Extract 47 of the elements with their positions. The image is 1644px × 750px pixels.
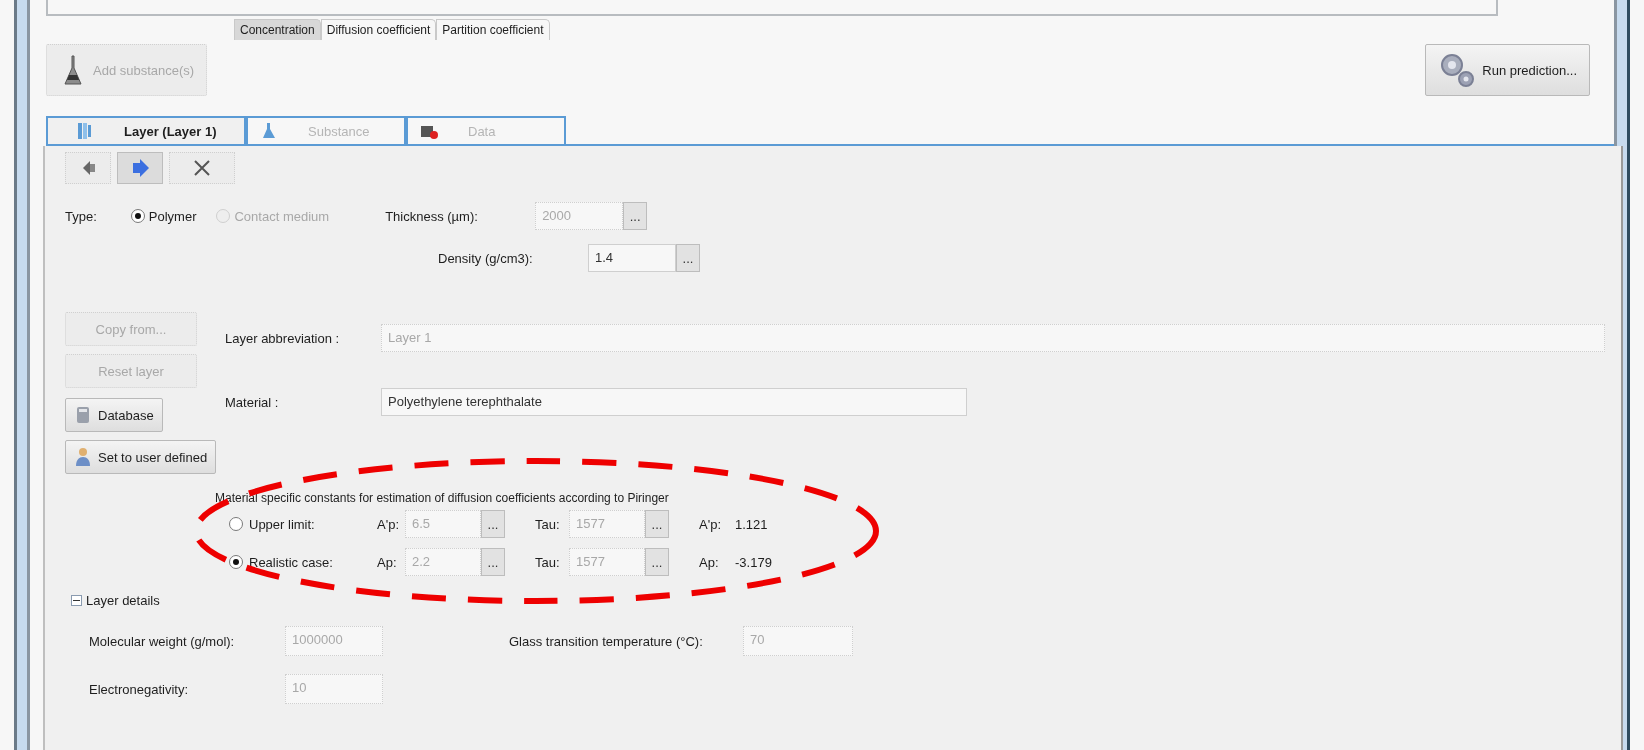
toolbar-button[interactable] xyxy=(169,152,235,184)
radio-label: Upper limit: xyxy=(249,516,316,532)
radio-button[interactable] xyxy=(229,517,243,531)
field-label: Material : xyxy=(225,394,280,410)
field-label: Tau: xyxy=(535,516,561,532)
field-label: Tau: xyxy=(535,554,561,570)
flask-icon xyxy=(260,122,278,140)
field-label: Thickness (µm): xyxy=(385,208,479,224)
side-button[interactable]: Database xyxy=(65,398,163,432)
database-icon xyxy=(74,405,92,425)
side-button[interactable]: Set to user defined xyxy=(65,440,217,474)
result-value: -3.179 xyxy=(735,554,773,570)
browse-button[interactable]: ... xyxy=(481,510,505,538)
arrow-right-icon xyxy=(130,158,150,178)
field-label: Glass transition temperature (°C): xyxy=(509,633,704,649)
field-label: Ap: xyxy=(377,554,398,570)
section-label: Layer details xyxy=(86,593,160,608)
field-label: Density (g/cm3): xyxy=(438,250,534,266)
close-icon xyxy=(192,158,212,178)
toolbar-button[interactable] xyxy=(65,152,111,184)
field-label: Layer abbreviation : xyxy=(225,330,341,346)
radio-option[interactable]: Polymer xyxy=(130,208,197,224)
type-label: Type: xyxy=(65,208,97,224)
toolbar-button[interactable] xyxy=(117,152,163,184)
result-label: A'p: xyxy=(699,516,722,532)
browse-button[interactable]: ... xyxy=(481,548,505,576)
text-field[interactable]: 1.4 xyxy=(588,244,676,272)
field-label: Molecular weight (g/mol): xyxy=(89,633,236,649)
tab[interactable]: Partition coefficient xyxy=(436,19,550,40)
gears-icon xyxy=(1438,51,1477,89)
radio-label: Realistic case: xyxy=(249,554,334,570)
person-icon xyxy=(74,447,92,467)
collapse-icon[interactable] xyxy=(71,595,82,606)
browse-button[interactable]: ... xyxy=(676,244,700,272)
run-prediction-button[interactable]: Run prediction... xyxy=(1425,44,1590,96)
browse-button[interactable]: ... xyxy=(645,548,669,576)
result-value: 1.121 xyxy=(735,516,769,532)
text-field[interactable]: Polyethylene terephthalate xyxy=(381,388,967,416)
radio-button[interactable] xyxy=(229,555,243,569)
tab[interactable]: Concentration xyxy=(234,19,321,40)
browse-button[interactable]: ... xyxy=(645,510,669,538)
field-label: A'p: xyxy=(377,516,400,532)
layers-icon xyxy=(76,122,94,140)
result-label: Ap: xyxy=(699,554,720,570)
field-label: Electronegativity: xyxy=(89,681,189,697)
tab[interactable]: Layer (Layer 1) xyxy=(46,116,246,144)
tab[interactable]: Diffusion coefficient xyxy=(320,19,437,40)
